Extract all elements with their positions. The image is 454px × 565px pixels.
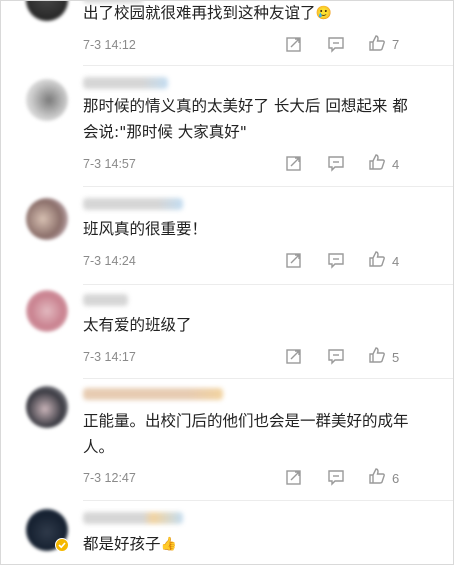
- repost-icon[interactable]: [285, 347, 303, 365]
- repost-icon[interactable]: [285, 468, 303, 486]
- thumbs-up-icon[interactable]: [368, 467, 386, 485]
- divider: [83, 284, 453, 285]
- repost-icon[interactable]: [285, 35, 303, 53]
- divider: [83, 378, 453, 379]
- comment-time: 7-3 14:17: [83, 350, 136, 364]
- comment-text: 太有爱的班级了: [83, 316, 192, 334]
- verified-badge-icon: [55, 538, 69, 552]
- divider: [83, 500, 453, 501]
- comment-icon[interactable]: [327, 154, 345, 172]
- avatar[interactable]: [26, 1, 68, 21]
- thumbs-up-emoji-icon: 👍: [160, 536, 177, 552]
- divider: [83, 186, 453, 187]
- avatar[interactable]: [26, 290, 68, 332]
- comment-text: 出了校园就很难再找到这种友谊了🥲: [83, 1, 423, 27]
- repost-icon[interactable]: [285, 251, 303, 269]
- avatar[interactable]: [26, 79, 68, 121]
- comment-text-body: 都是好孩子: [83, 535, 161, 553]
- comment-icon[interactable]: [327, 347, 345, 365]
- username-blurred[interactable]: [83, 388, 223, 400]
- avatar[interactable]: [26, 198, 68, 240]
- comment-list: 出了校园就很难再找到这种友谊了🥲 7-3 14:12 7 那时候的情义真的太美好…: [0, 0, 454, 565]
- comment-icon[interactable]: [327, 35, 345, 53]
- comment-time: 7-3 14:24: [83, 254, 136, 268]
- comment-text: 班风真的很重要！: [83, 220, 208, 238]
- like-count: 7: [392, 37, 400, 52]
- thumbs-up-icon[interactable]: [368, 34, 386, 52]
- thumbs-up-icon[interactable]: [368, 153, 386, 171]
- username-blurred[interactable]: [83, 512, 183, 524]
- username-blurred[interactable]: [83, 198, 183, 210]
- comment-icon[interactable]: [327, 251, 345, 269]
- comment-text: 都是好孩子👍: [83, 531, 423, 558]
- comment-text: 正能量。出校门后的他们也会是一群美好的成年人。: [83, 412, 409, 456]
- like-count: 6: [392, 471, 400, 486]
- comment-text-body: 出了校园就很难再找到这种友谊了: [83, 4, 316, 22]
- like-count: 4: [392, 254, 400, 269]
- thumbs-up-icon[interactable]: [368, 250, 386, 268]
- avatar[interactable]: [26, 386, 68, 428]
- like-count: 5: [392, 350, 400, 365]
- comment-time: 7-3 14:57: [83, 157, 136, 171]
- username-blurred[interactable]: [83, 77, 168, 89]
- divider: [83, 65, 453, 66]
- comment-icon[interactable]: [327, 468, 345, 486]
- thumbs-up-icon[interactable]: [368, 346, 386, 364]
- username-blurred[interactable]: [83, 294, 128, 306]
- comment-time: 7-3 14:12: [83, 38, 136, 52]
- repost-icon[interactable]: [285, 154, 303, 172]
- like-count: 4: [392, 157, 400, 172]
- comment-time: 7-3 12:47: [83, 471, 136, 485]
- comment-text: 那时候的情义真的太美好了 长大后 回想起来 都会说:"那时候 大家真好": [83, 97, 408, 141]
- emoji-icon: 🥲: [315, 5, 332, 21]
